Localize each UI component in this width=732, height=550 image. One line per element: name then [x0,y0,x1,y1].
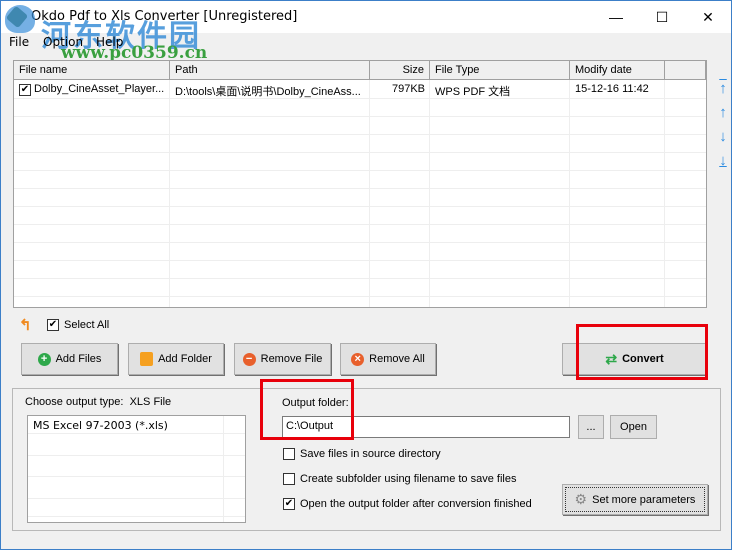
option-create-subfolder[interactable]: Create subfolder using filename to save … [283,473,516,485]
menu-option[interactable]: Option [43,35,83,49]
folder-icon [140,352,154,366]
option-save-in-source[interactable]: Save files in source directory [283,448,441,460]
app-icon [5,5,29,29]
remove-file-label: Remove File [260,353,323,365]
maximize-button[interactable]: ☐ [639,1,685,33]
move-up-icon[interactable]: ↑ [716,105,730,121]
add-files-label: Add Files [55,353,102,365]
gear-icon: ⚙ [574,491,588,507]
output-type-label: Choose output type: XLS File [25,396,172,408]
title-bar: Okdo Pdf to Xls Converter [Unregistered]… [1,1,731,33]
move-top-icon[interactable]: ↑ [716,81,730,97]
move-down-icon[interactable]: ↓ [716,129,730,145]
set-more-parameters-label: Set more parameters [592,493,696,506]
remove-all-button[interactable]: × Remove All [340,343,436,375]
minus-icon: − [242,352,256,366]
col-size[interactable]: Size [370,61,430,80]
cell-file-name: Dolby_CineAsset_Player... [34,83,165,95]
plus-icon: + [37,352,51,366]
col-path[interactable]: Path [170,61,370,80]
remove-file-button[interactable]: − Remove File [234,343,331,375]
select-all-label: Select All [64,319,110,331]
col-filler [665,61,706,80]
option-label: Create subfolder using filename to save … [300,473,517,485]
add-folder-button[interactable]: Add Folder [128,343,224,375]
cell-size: 797KB [391,83,425,95]
menu-file[interactable]: File [9,35,29,49]
move-bottom-icon[interactable]: ↓ [716,153,730,169]
option-label: Open the output folder after conversion … [300,498,532,510]
cell-modify-date: 15-12-16 11:42 [575,83,649,95]
col-file-name[interactable]: File name [14,61,170,80]
close-button[interactable]: ✕ [685,1,731,33]
window-title: Okdo Pdf to Xls Converter [Unregistered] [31,9,298,24]
option-open-output-folder[interactable]: ✔ Open the output folder after conversion… [283,498,532,510]
open-button[interactable]: Open [610,415,657,439]
checkbox[interactable]: ✔ [283,498,295,510]
menu-help[interactable]: Help [96,35,123,49]
output-type-list[interactable]: MS Excel 97-2003 (*.xls) [27,415,246,523]
file-table[interactable]: File name Path Size File Type Modify dat… [13,60,707,308]
minimize-button[interactable]: — [593,1,639,33]
option-label: Save files in source directory [300,448,441,460]
add-files-button[interactable]: + Add Files [21,343,118,375]
browse-button[interactable]: ... [578,415,604,439]
col-modify-date[interactable]: Modify date [570,61,665,80]
highlight-box-output-folder [260,379,354,440]
cell-file-type: WPS PDF 文档 [435,86,511,98]
remove-all-label: Remove All [369,353,425,365]
x-icon: × [351,352,365,366]
select-all-checkbox[interactable]: ✔ [47,319,59,331]
checkbox[interactable] [283,473,295,485]
highlight-box-convert [576,324,708,380]
col-file-type[interactable]: File Type [430,61,570,80]
set-more-parameters-button[interactable]: ⚙ Set more parameters [562,484,708,515]
cell-path: D:\tools\桌面\说明书\Dolby_CineAss... [175,86,361,98]
checkbox[interactable] [283,448,295,460]
add-folder-label: Add Folder [158,353,212,365]
output-type-item[interactable]: MS Excel 97-2003 (*.xls) [28,416,245,434]
up-folder-icon[interactable]: ↰ [19,316,32,334]
